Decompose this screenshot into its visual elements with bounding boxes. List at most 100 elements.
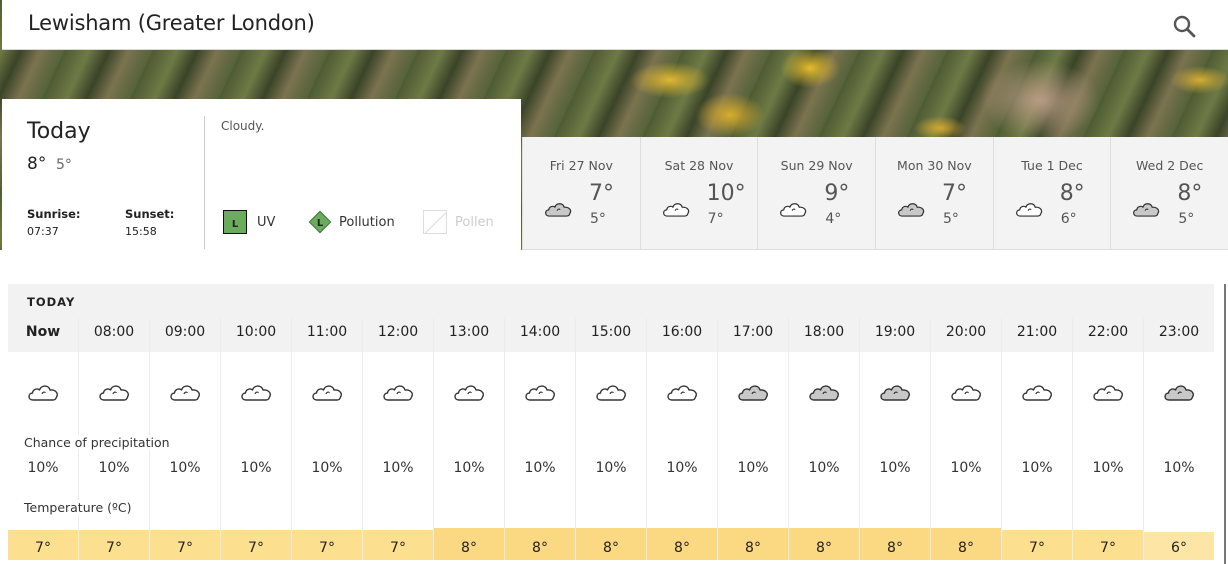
temperature-bar: 8° bbox=[789, 528, 859, 560]
temperature-bar: 7° bbox=[8, 530, 78, 560]
forecast-day-name: Tue 1 Dec bbox=[1021, 158, 1083, 173]
pollen-indicator[interactable]: Pollen bbox=[423, 209, 494, 235]
hourly-column: 19:00 10% 8° bbox=[859, 318, 930, 560]
temperature-bar: 7° bbox=[79, 530, 149, 560]
white-cloud-icon bbox=[1020, 382, 1054, 402]
temperature-value: 8° bbox=[958, 540, 974, 556]
hourly-column: 21:00 10% 7° bbox=[1001, 318, 1072, 560]
forecast-high-temp: 7° bbox=[942, 181, 968, 206]
white-cloud-icon bbox=[26, 382, 60, 402]
precipitation-value: 10% bbox=[311, 460, 343, 476]
grey-cloud-icon bbox=[1162, 382, 1196, 402]
forecast-day-name: Fri 27 Nov bbox=[549, 158, 613, 173]
forecast-high-temp: 8° bbox=[1177, 181, 1203, 206]
hour-time: 19:00 bbox=[874, 324, 916, 340]
white-cloud-icon bbox=[1091, 382, 1125, 402]
forecast-day-name: Wed 2 Dec bbox=[1136, 158, 1204, 173]
temperature-row-label: Temperature (ºC) bbox=[24, 500, 136, 515]
hour-time: 10:00 bbox=[235, 324, 277, 340]
temperature-value: 8° bbox=[745, 540, 761, 556]
temperature-value: 7° bbox=[177, 540, 193, 556]
temperature-value: 7° bbox=[390, 540, 406, 556]
today-high-temp: 8° bbox=[27, 154, 47, 174]
hourly-column: 18:00 10% 8° bbox=[788, 318, 859, 560]
hourly-column: 23:00 10% 6° bbox=[1143, 318, 1214, 560]
precipitation-row-label: Chance of precipitation bbox=[24, 435, 174, 450]
temperature-value: 6° bbox=[1171, 540, 1187, 556]
weather-summary: Cloudy. bbox=[221, 119, 265, 133]
card-divider bbox=[204, 116, 205, 249]
temperature-value: 7° bbox=[1029, 540, 1045, 556]
white-cloud-icon bbox=[778, 200, 808, 218]
temperature-bar: 7° bbox=[221, 530, 291, 560]
pollution-label: Pollution bbox=[339, 214, 395, 230]
hour-time: 22:00 bbox=[1087, 324, 1129, 340]
hourly-forecast: TODAY Now 10% 7° 08:00 10% 7° 09:00 10% 7° 10:00 1… bbox=[8, 284, 1214, 560]
sunrise-label: Sunrise: bbox=[27, 207, 81, 221]
hour-time: 23:00 bbox=[1158, 324, 1200, 340]
precipitation-value: 10% bbox=[524, 460, 556, 476]
hour-time: 21:00 bbox=[1016, 324, 1058, 340]
hourly-column: 12:00 10% 7° bbox=[362, 318, 433, 560]
hourly-columns: Now 10% 7° 08:00 10% 7° 09:00 10% 7° 10:00 10% 7° 11… bbox=[8, 318, 1214, 560]
hour-time: 20:00 bbox=[945, 324, 987, 340]
temperature-value: 8° bbox=[816, 540, 832, 556]
forecast-low-temp: 6° bbox=[1060, 211, 1077, 227]
sunset-time: 15:58 bbox=[125, 225, 157, 238]
temperature-value: 7° bbox=[248, 540, 264, 556]
pollution-diamond-icon: L bbox=[307, 209, 333, 235]
search-icon[interactable] bbox=[1172, 14, 1198, 40]
uv-label: UV bbox=[257, 214, 276, 230]
forecast-day-name: Sat 28 Nov bbox=[664, 158, 734, 173]
temperature-bar: 8° bbox=[860, 528, 930, 560]
forecast-high-temp: 7° bbox=[589, 181, 614, 206]
forecast-day[interactable]: Tue 1 Dec 8° 6° bbox=[993, 137, 1112, 249]
today-title: Today bbox=[27, 119, 91, 144]
temperature-bar: 8° bbox=[647, 528, 717, 560]
grey-cloud-icon bbox=[878, 382, 912, 402]
temperature-bar: 8° bbox=[931, 528, 1001, 560]
forecast-day[interactable]: Fri 27 Nov 7° 5° bbox=[523, 137, 641, 249]
uv-indicator[interactable]: L UV bbox=[223, 209, 275, 235]
temperature-bar: 7° bbox=[1002, 530, 1072, 560]
hour-time: Now bbox=[25, 324, 61, 340]
pollution-indicator[interactable]: L Pollution bbox=[307, 209, 395, 235]
hour-time: 17:00 bbox=[732, 324, 774, 340]
forecast-day[interactable]: Mon 30 Nov 7° 5° bbox=[876, 137, 994, 249]
temperature-bar: 6° bbox=[1144, 532, 1214, 560]
forecast-low-temp: 5° bbox=[1178, 211, 1195, 227]
precipitation-value: 10% bbox=[240, 460, 272, 476]
hourly-column: 22:00 10% 7° bbox=[1072, 318, 1143, 560]
grey-cloud-icon bbox=[543, 200, 573, 218]
white-cloud-icon bbox=[239, 382, 273, 402]
pollen-label: Pollen bbox=[455, 214, 494, 230]
forecast-day[interactable]: Wed 2 Dec 8° 5° bbox=[1111, 137, 1228, 249]
white-cloud-icon bbox=[949, 382, 983, 402]
hourly-column: 20:00 10% 8° bbox=[930, 318, 1001, 560]
forecast-high-temp: 9° bbox=[824, 181, 850, 206]
temperature-bar: 7° bbox=[363, 530, 433, 560]
hour-time: 18:00 bbox=[803, 324, 845, 340]
temperature-bar: 8° bbox=[718, 528, 788, 560]
temperature-value: 8° bbox=[461, 540, 477, 556]
hourly-column: 11:00 10% 7° bbox=[291, 318, 362, 560]
forecast-low-temp: 5° bbox=[590, 211, 606, 227]
grey-cloud-icon bbox=[736, 382, 770, 402]
hourly-column: 16:00 10% 8° bbox=[646, 318, 717, 560]
forecast-day[interactable]: Sun 29 Nov 9° 4° bbox=[758, 137, 877, 249]
forecast-day-name: Sun 29 Nov bbox=[780, 158, 853, 173]
scrollbar[interactable] bbox=[1224, 284, 1226, 564]
forecast-day[interactable]: Sat 28 Nov 10° 7° bbox=[640, 137, 759, 249]
grey-cloud-icon bbox=[1131, 200, 1161, 218]
hour-time: 09:00 bbox=[164, 324, 206, 340]
temperature-value: 7° bbox=[106, 540, 122, 556]
temperature-bar: 7° bbox=[150, 530, 220, 560]
temperature-bar: 8° bbox=[576, 528, 646, 560]
precipitation-value: 10% bbox=[98, 460, 130, 476]
hour-time: 13:00 bbox=[448, 324, 490, 340]
precipitation-value: 10% bbox=[1021, 460, 1053, 476]
forecast-low-temp: 4° bbox=[825, 211, 842, 227]
temperature-value: 8° bbox=[532, 540, 548, 556]
precipitation-value: 10% bbox=[382, 460, 414, 476]
today-low-temp: 5° bbox=[56, 157, 72, 173]
